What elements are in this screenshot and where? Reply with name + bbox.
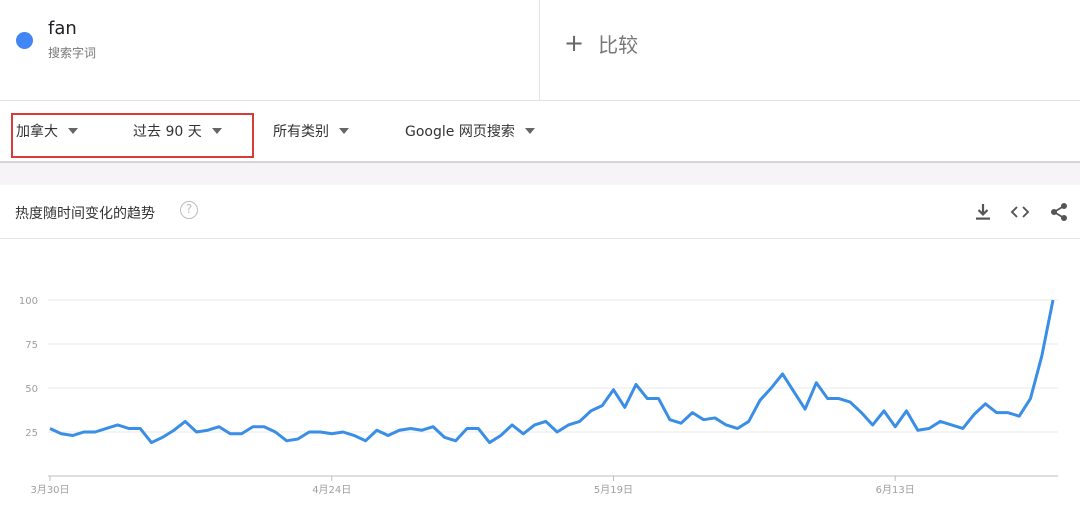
compare-label: 比较 — [598, 32, 639, 57]
plus-icon: + — [564, 29, 585, 57]
series-line[interactable] — [49, 299, 1055, 445]
x-tick-label: 3月30日 — [30, 484, 69, 496]
filter-bar: 加拿大 过去 90 天 所有类别 Google 网页搜索 — [0, 101, 1080, 163]
y-tick-label: 50 — [25, 384, 38, 395]
x-tick-label: 5月19日 — [594, 484, 633, 496]
trend-chart[interactable]: 25 50 75 100 3月30日 4月24日 5月19日 6月13日 — [0, 185, 1080, 508]
y-tick-label: 75 — [25, 340, 38, 351]
time-range-label: 过去 90 天 — [133, 124, 202, 140]
compare-button[interactable]: + 比较 — [564, 28, 638, 58]
search-term-card[interactable]: fan 搜索字词 — [0, 0, 540, 100]
search-term-name[interactable]: fan — [48, 18, 77, 39]
category-dropdown[interactable]: 所有类别 — [273, 121, 349, 141]
region-label: 加拿大 — [16, 124, 58, 140]
caret-down-icon — [339, 128, 349, 134]
caret-down-icon — [68, 128, 78, 134]
caret-down-icon — [211, 128, 222, 134]
category-label: 所有类别 — [273, 124, 329, 140]
x-tick-label: 4月24日 — [312, 484, 351, 496]
section-gap — [0, 163, 1080, 185]
search-term-subtitle: 搜索字词 — [48, 46, 97, 60]
time-range-dropdown[interactable]: 过去 90 天 — [133, 121, 222, 141]
search-header: fan 搜索字词 + 比较 — [0, 0, 1080, 101]
caret-down-icon — [524, 128, 535, 134]
y-tick-label: 100 — [19, 296, 38, 307]
search-type-dropdown[interactable]: Google 网页搜索 — [405, 121, 535, 141]
search-type-label: Google 网页搜索 — [405, 124, 515, 140]
region-dropdown[interactable]: 加拿大 — [16, 121, 78, 141]
x-tick-label: 6月13日 — [876, 484, 915, 496]
y-tick-label: 25 — [25, 428, 38, 439]
interest-over-time-card: 热度随时间变化的趋势 ? 25 50 75 100 3月30日 4月24日 5月19日 6月 — [0, 185, 1080, 508]
series-color-dot — [16, 32, 33, 49]
